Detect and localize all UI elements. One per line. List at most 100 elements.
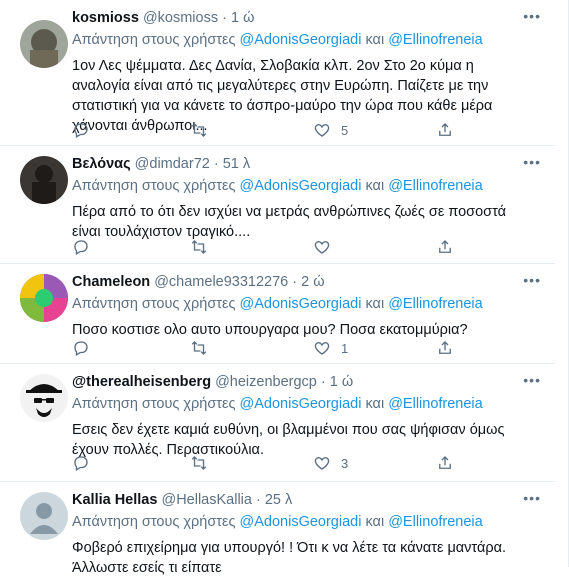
mention-link[interactable]: @AdonisGeorgiadi bbox=[240, 296, 362, 312]
like-count: 5 bbox=[341, 122, 349, 138]
avatar[interactable] bbox=[20, 374, 68, 422]
user-handle[interactable]: @chamele93312276 bbox=[154, 274, 288, 290]
share-button[interactable] bbox=[436, 238, 454, 256]
reply-conjunction: και bbox=[365, 32, 385, 48]
mention-link[interactable]: @Ellinofreneia bbox=[388, 514, 483, 530]
like-button[interactable] bbox=[313, 238, 341, 256]
user-handle[interactable]: @HellasKallia bbox=[161, 492, 251, 508]
tweet[interactable]: Βελόνας @dimdar72 · 51 λ ••• Απάντηση στ… bbox=[0, 146, 555, 264]
display-name[interactable]: @therealheisenberg bbox=[72, 374, 211, 390]
reply-conjunction: και bbox=[365, 514, 385, 530]
like-button[interactable]: 5 bbox=[313, 121, 348, 139]
mention-link[interactable]: @AdonisGeorgiadi bbox=[240, 178, 362, 194]
retweet-icon bbox=[191, 341, 207, 355]
separator: · bbox=[255, 492, 261, 508]
reply-context: Απάντηση στους χρήστες @AdonisGeorgiadi … bbox=[72, 296, 483, 312]
tweet-feed: kosmioss @kosmioss · 1 ώ ••• Απάντηση στ… bbox=[0, 0, 569, 576]
more-options-icon[interactable]: ••• bbox=[523, 8, 541, 24]
mention-link[interactable]: @Ellinofreneia bbox=[388, 296, 483, 312]
heart-icon bbox=[314, 342, 330, 355]
more-options-icon[interactable]: ••• bbox=[523, 154, 541, 170]
share-icon bbox=[439, 456, 451, 469]
retweet-button[interactable] bbox=[190, 339, 208, 357]
retweet-button[interactable] bbox=[190, 238, 208, 256]
avatar[interactable] bbox=[20, 156, 68, 204]
retweet-icon bbox=[191, 123, 207, 137]
tweet-header: Chameleon @chamele93312276 · 2 ώ bbox=[72, 274, 535, 292]
tweet[interactable]: Chameleon @chamele93312276 · 2 ώ ••• Απά… bbox=[0, 264, 555, 364]
avatar[interactable] bbox=[20, 492, 68, 540]
timestamp[interactable]: 2 ώ bbox=[301, 274, 324, 290]
timestamp[interactable]: 25 λ bbox=[265, 492, 292, 508]
separator: · bbox=[292, 274, 298, 290]
retweet-button[interactable] bbox=[190, 454, 208, 472]
user-handle[interactable]: @heizenbergcp bbox=[215, 374, 317, 390]
like-button[interactable]: 1 bbox=[313, 339, 348, 357]
separator: · bbox=[213, 156, 219, 172]
display-name[interactable]: Βελόνας bbox=[72, 156, 131, 172]
share-button[interactable] bbox=[436, 121, 454, 139]
reply-prefix: Απάντηση στους χρήστες bbox=[72, 32, 236, 48]
tweet[interactable]: Kallia Hellas @HellasKallia · 25 λ ••• Α… bbox=[0, 482, 555, 576]
tweet-text: Ποσο κοστισε ολο αυτο υπουργαρα μου? Ποσ… bbox=[72, 322, 468, 338]
more-options-icon[interactable]: ••• bbox=[523, 372, 541, 388]
reply-prefix: Απάντηση στους χρήστες bbox=[72, 178, 236, 194]
reply-context: Απάντηση στους χρήστες @AdonisGeorgiadi … bbox=[72, 178, 483, 194]
display-name[interactable]: kosmioss bbox=[72, 10, 139, 26]
reply-button[interactable] bbox=[72, 339, 90, 357]
retweet-icon bbox=[191, 240, 207, 254]
heart-icon bbox=[314, 457, 330, 470]
reply-icon bbox=[74, 123, 88, 138]
tweet-text: Φοβερό επιχείρημα για υπουργό! ! Ότι κ ν… bbox=[72, 540, 507, 576]
reply-button[interactable] bbox=[72, 238, 90, 256]
avatar[interactable] bbox=[20, 274, 68, 322]
tweet-header: Βελόνας @dimdar72 · 51 λ bbox=[72, 156, 535, 174]
avatar[interactable] bbox=[20, 20, 68, 68]
tweet-actions bbox=[72, 238, 502, 258]
reply-prefix: Απάντηση στους χρήστες bbox=[72, 396, 236, 412]
like-count: 1 bbox=[341, 340, 349, 356]
share-icon bbox=[439, 240, 451, 253]
tweet[interactable]: @therealheisenberg @heizenbergcp · 1 ώ •… bbox=[0, 364, 555, 482]
mention-link[interactable]: @AdonisGeorgiadi bbox=[240, 514, 362, 530]
retweet-icon bbox=[191, 456, 207, 470]
reply-icon bbox=[74, 456, 88, 471]
reply-prefix: Απάντηση στους χρήστες bbox=[72, 296, 236, 312]
reply-conjunction: και bbox=[365, 396, 385, 412]
share-button[interactable] bbox=[436, 339, 454, 357]
user-handle[interactable]: @kosmioss bbox=[143, 10, 218, 26]
timestamp[interactable]: 51 λ bbox=[223, 156, 250, 172]
share-icon bbox=[439, 123, 451, 136]
display-name[interactable]: Chameleon bbox=[72, 274, 150, 290]
timestamp[interactable]: 1 ώ bbox=[330, 374, 353, 390]
mention-link[interactable]: @AdonisGeorgiadi bbox=[240, 32, 362, 48]
reply-context: Απάντηση στους χρήστες @AdonisGeorgiadi … bbox=[72, 396, 483, 412]
mention-link[interactable]: @Ellinofreneia bbox=[388, 396, 483, 412]
reply-icon bbox=[74, 240, 88, 255]
like-count: 3 bbox=[341, 455, 349, 471]
reply-button[interactable] bbox=[72, 121, 90, 139]
reply-prefix: Απάντηση στους χρήστες bbox=[72, 514, 236, 530]
share-button[interactable] bbox=[436, 454, 454, 472]
reply-button[interactable] bbox=[72, 454, 90, 472]
tweet-actions: 5 bbox=[72, 121, 502, 141]
tweet-actions: 3 bbox=[72, 454, 502, 474]
more-options-icon[interactable]: ••• bbox=[523, 490, 541, 506]
share-icon bbox=[439, 341, 451, 354]
retweet-button[interactable] bbox=[190, 121, 208, 139]
user-handle[interactable]: @dimdar72 bbox=[135, 156, 210, 172]
display-name[interactable]: Kallia Hellas bbox=[72, 492, 157, 508]
reply-context: Απάντηση στους χρήστες @AdonisGeorgiadi … bbox=[72, 514, 483, 530]
like-button[interactable]: 3 bbox=[313, 454, 348, 472]
mention-link[interactable]: @Ellinofreneia bbox=[388, 32, 483, 48]
heart-icon bbox=[314, 124, 330, 137]
mention-link[interactable]: @AdonisGeorgiadi bbox=[240, 396, 362, 412]
timestamp[interactable]: 1 ώ bbox=[231, 10, 254, 26]
separator: · bbox=[320, 374, 326, 390]
mention-link[interactable]: @Ellinofreneia bbox=[388, 178, 483, 194]
tweet-header: kosmioss @kosmioss · 1 ώ bbox=[72, 10, 535, 28]
more-options-icon[interactable]: ••• bbox=[523, 272, 541, 288]
tweet-header: Kallia Hellas @HellasKallia · 25 λ bbox=[72, 492, 535, 510]
tweet[interactable]: kosmioss @kosmioss · 1 ώ ••• Απάντηση στ… bbox=[0, 0, 555, 146]
tweet-actions: 1 bbox=[72, 339, 502, 359]
